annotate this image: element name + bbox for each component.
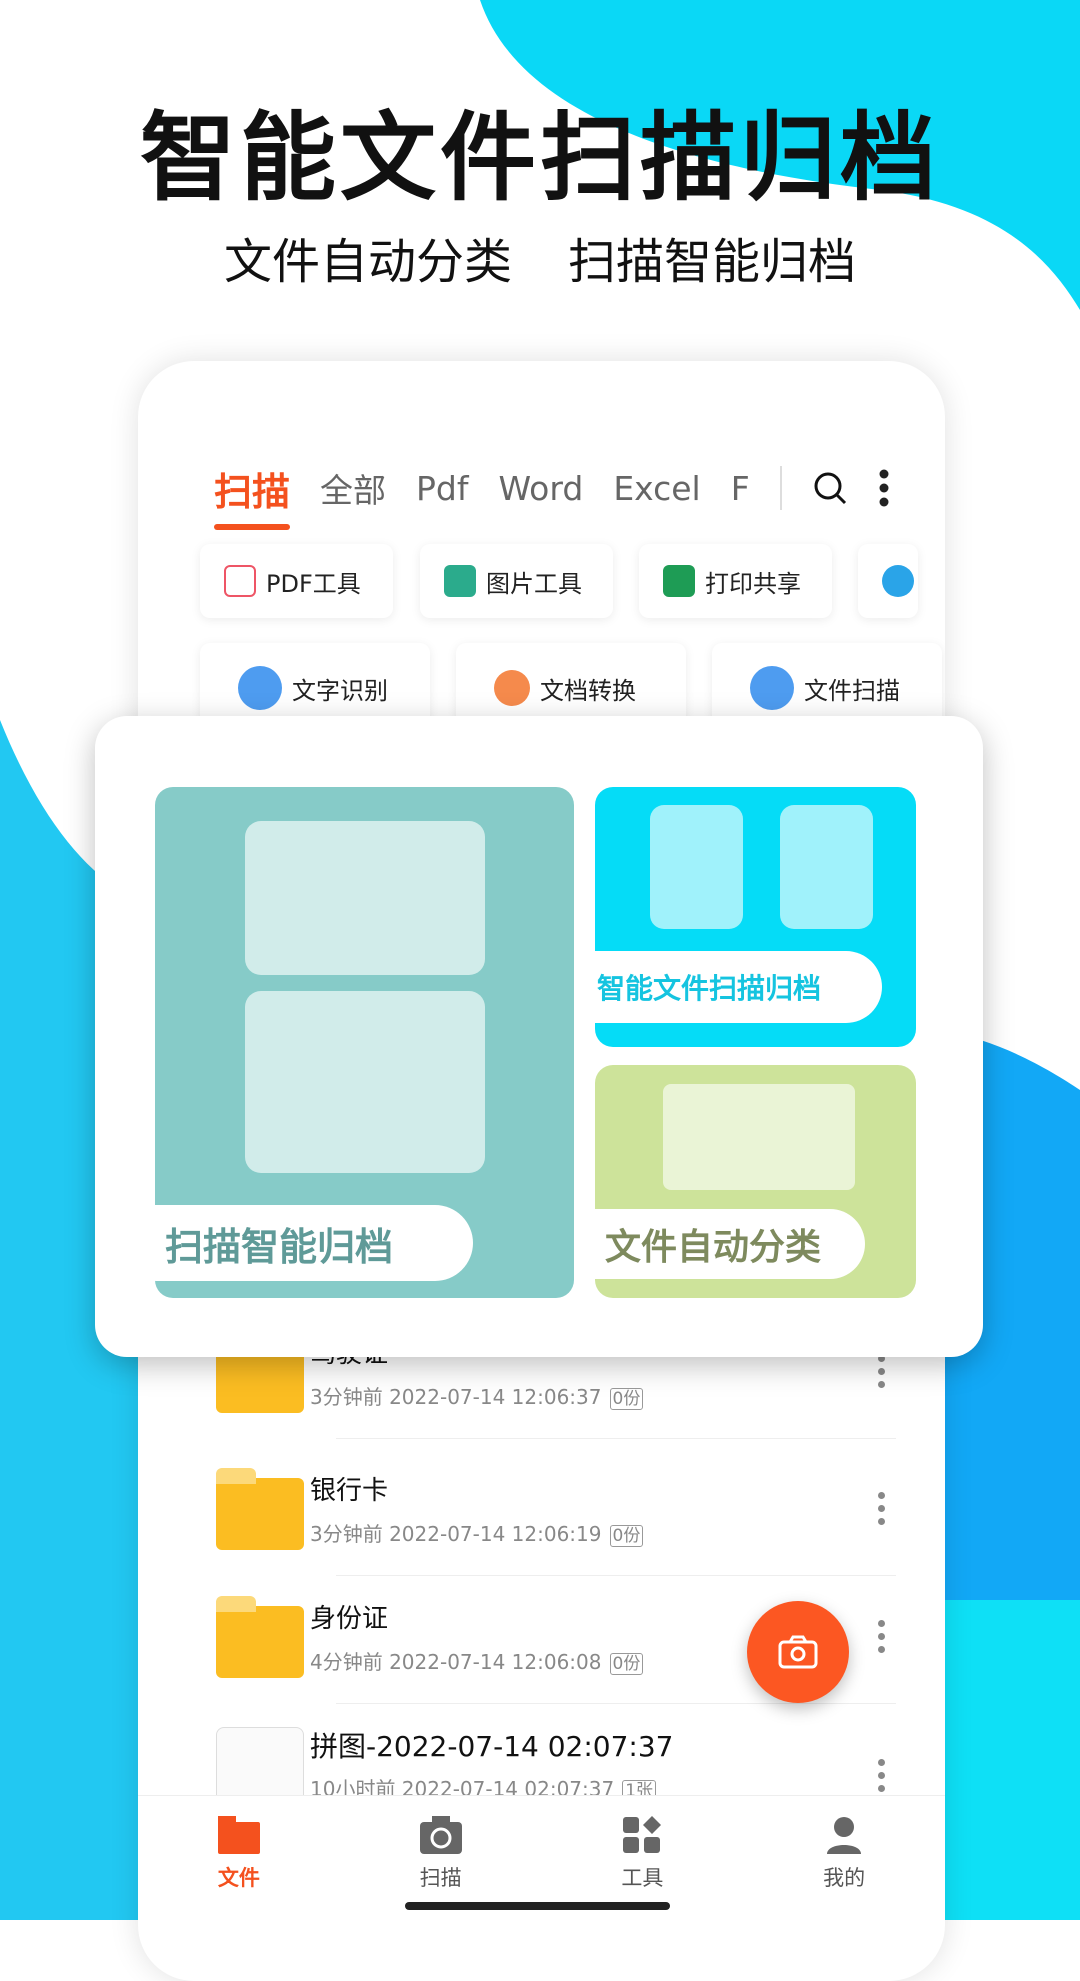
- file-name: 身份证: [310, 1604, 389, 1634]
- convert-icon: [494, 670, 530, 706]
- tab-all[interactable]: 全部: [320, 464, 386, 512]
- tab-excel[interactable]: Excel: [613, 469, 700, 508]
- print-share-button[interactable]: 打印共享: [639, 544, 832, 618]
- feature-label: 文件自动分类: [595, 1209, 865, 1279]
- book-illustration: [663, 1084, 855, 1190]
- folder-icon: [216, 1468, 304, 1550]
- grid-icon: [623, 1816, 662, 1853]
- nav-files[interactable]: 文件: [138, 1796, 340, 1915]
- feature-auto-classify: 文件自动分类: [595, 1065, 916, 1298]
- label: 图片工具: [486, 569, 582, 598]
- user-icon: [827, 1817, 862, 1854]
- id-card-illustration: [245, 821, 485, 975]
- tab-bar: 扫描 全部 Pdf Word Excel F: [214, 453, 894, 530]
- pdf-tool-button[interactable]: PDF工具: [200, 544, 393, 618]
- camera-icon: [778, 1635, 818, 1669]
- count-badge: 0份: [609, 1388, 644, 1410]
- bottom-nav: 文件 扫描 工具 我的: [138, 1795, 945, 1915]
- tab-pdf[interactable]: Pdf: [416, 469, 468, 508]
- count-badge: 0份: [609, 1525, 644, 1547]
- more-icon[interactable]: [878, 1620, 886, 1653]
- divider: [336, 1438, 896, 1439]
- ocr-icon: [238, 666, 282, 710]
- feature-label: 扫描智能归档: [155, 1205, 473, 1281]
- label: 文件扫描: [804, 676, 900, 705]
- search-icon[interactable]: [812, 470, 848, 506]
- folder-icon: [217, 1816, 260, 1854]
- label: 文字识别: [292, 676, 388, 705]
- label: PDF工具: [266, 569, 361, 598]
- image-icon: [444, 565, 476, 597]
- nav-scan[interactable]: 扫描: [340, 1796, 542, 1915]
- file-meta: 3分钟前 2022-07-14 12:06:19 0份: [310, 1518, 644, 1547]
- pdf-icon: [224, 565, 256, 597]
- page-illustration: [650, 805, 743, 929]
- file-name: 拼图-2022-07-14 02:07:37: [310, 1730, 674, 1763]
- subtitle: 文件自动分类 扫描智能归档: [0, 222, 1080, 292]
- printer-icon: [663, 565, 695, 597]
- subtitle-1: 文件自动分类: [223, 234, 512, 290]
- feature-label: 智能文件扫描归档: [595, 951, 882, 1023]
- camera-icon: [750, 666, 794, 710]
- file-name: 银行卡: [310, 1476, 389, 1506]
- page-illustration: [780, 805, 873, 929]
- nav-label: 我的: [823, 1866, 866, 1890]
- nav-label: 文件: [217, 1866, 260, 1890]
- more-icon[interactable]: [878, 468, 890, 508]
- feature-smart-scan: 智能文件扫描归档: [595, 787, 916, 1047]
- nav-tools[interactable]: 工具: [542, 1796, 744, 1915]
- divider: [779, 466, 782, 510]
- document-illustration: [245, 991, 485, 1173]
- feature-scan-archive: 扫描智能归档: [155, 787, 574, 1298]
- image-tool-button[interactable]: 图片工具: [420, 544, 613, 618]
- label: 文档转换: [540, 676, 636, 705]
- count-badge: 0份: [609, 1653, 644, 1675]
- headline: 智能文件扫描归档: [140, 102, 940, 214]
- nav-me[interactable]: 我的: [743, 1796, 945, 1915]
- tool-button-partial[interactable]: [858, 544, 918, 618]
- label: 打印共享: [705, 569, 801, 598]
- list-item[interactable]: 银行卡 3分钟前 2022-07-14 12:06:19 0份: [176, 1448, 896, 1576]
- folder-icon: [216, 1596, 304, 1678]
- file-time: 3分钟前 2022-07-14 12:06:19: [310, 1522, 602, 1546]
- home-indicator[interactable]: [405, 1902, 670, 1910]
- file-time: 4分钟前 2022-07-14 12:06:08: [310, 1650, 602, 1674]
- nav-label: 扫描: [419, 1866, 462, 1890]
- feature-card: 扫描智能归档 智能文件扫描归档 文件自动分类: [95, 716, 983, 1357]
- file-time: 3分钟前 2022-07-14 12:06:37: [310, 1385, 602, 1409]
- file-meta: 3分钟前 2022-07-14 12:06:37 0份: [310, 1381, 644, 1410]
- more-icon[interactable]: [878, 1355, 886, 1388]
- tab-scan[interactable]: 扫描: [214, 461, 291, 530]
- tab-more[interactable]: F: [731, 469, 750, 508]
- tab-word[interactable]: Word: [498, 469, 583, 508]
- more-icon[interactable]: [878, 1759, 886, 1792]
- subtitle-2: 扫描智能归档: [568, 234, 857, 290]
- tool-icon: [882, 565, 914, 597]
- nav-label: 工具: [621, 1866, 664, 1890]
- file-meta: 4分钟前 2022-07-14 12:06:08 0份: [310, 1646, 644, 1675]
- camera-icon: [419, 1816, 462, 1854]
- scan-fab-button[interactable]: [747, 1601, 849, 1703]
- more-icon[interactable]: [878, 1492, 886, 1525]
